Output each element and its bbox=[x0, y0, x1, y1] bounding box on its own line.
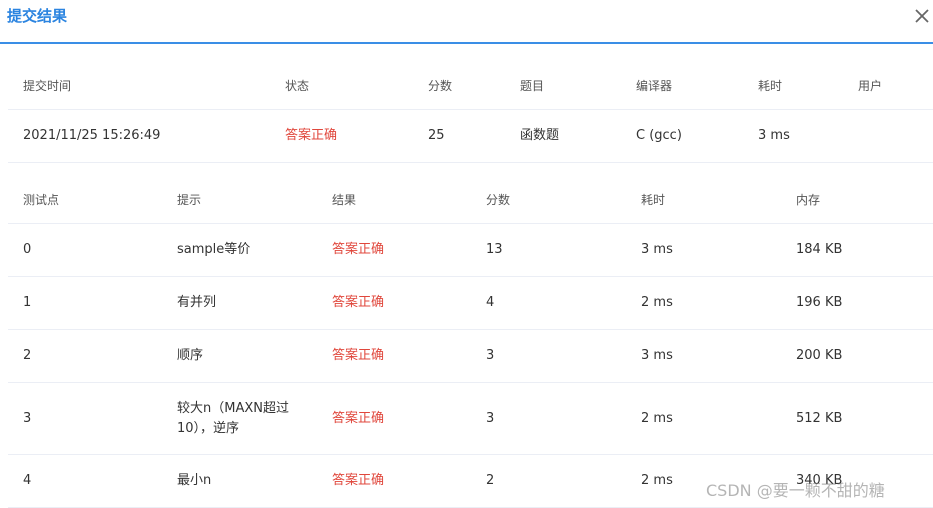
problem-value: 函数题 bbox=[520, 128, 560, 143]
testcase-score: 3 bbox=[486, 410, 495, 426]
header-score: 分数 bbox=[486, 192, 511, 207]
testcase-id: 2 bbox=[23, 348, 32, 363]
testcase-result: 答案正确 bbox=[332, 295, 385, 310]
testcase-hint: 较大n（MAXN超过10），逆序 bbox=[177, 400, 289, 436]
testcase-hint: 顺序 bbox=[177, 348, 204, 363]
testcase-header-row: 测试点 提示 结果 分数 耗时 内存 bbox=[8, 176, 933, 224]
header-testcase: 测试点 bbox=[23, 192, 60, 207]
time-value: 3 ms bbox=[758, 128, 790, 143]
testcase-time: 3 ms bbox=[641, 348, 673, 363]
testcase-memory: 200 KB bbox=[796, 348, 843, 363]
testcase-time: 2 ms bbox=[641, 295, 673, 310]
testcase-memory: 512 KB bbox=[796, 410, 843, 426]
compiler-value: C (gcc) bbox=[636, 128, 682, 143]
watermark: CSDN @要一颗不甜的糖 bbox=[706, 481, 885, 500]
header-result: 结果 bbox=[332, 192, 357, 207]
header-time: 耗时 bbox=[758, 78, 783, 93]
header-user: 用户 bbox=[858, 78, 883, 93]
testcase-time: 2 ms bbox=[641, 410, 673, 426]
testcase-hint: 最小n bbox=[177, 473, 212, 488]
header-status: 状态 bbox=[285, 78, 310, 93]
testcase-score: 4 bbox=[486, 295, 495, 310]
header-hint: 提示 bbox=[177, 192, 202, 207]
header-problem: 题目 bbox=[520, 78, 545, 93]
header-compiler: 编译器 bbox=[636, 78, 673, 93]
close-icon[interactable] bbox=[911, 5, 933, 27]
testcase-result: 答案正确 bbox=[332, 473, 385, 488]
testcase-id: 1 bbox=[23, 295, 32, 310]
score-value: 25 bbox=[428, 128, 445, 143]
header-score: 分数 bbox=[428, 78, 453, 93]
table-row: 2 顺序 答案正确 3 3 ms 200 KB bbox=[8, 330, 933, 383]
dialog-title: 提交结果 bbox=[7, 7, 68, 25]
header-time: 耗时 bbox=[641, 192, 666, 207]
testcase-memory: 196 KB bbox=[796, 295, 843, 310]
testcase-memory: 184 KB bbox=[796, 242, 843, 257]
testcase-hint: sample等价 bbox=[177, 242, 251, 257]
testcase-hint: 有并列 bbox=[177, 295, 217, 310]
testcase-id: 3 bbox=[23, 410, 32, 426]
header-submit-time: 提交时间 bbox=[23, 78, 72, 93]
status-value: 答案正确 bbox=[285, 128, 338, 143]
submit-time-value: 2021/11/25 15:26:49 bbox=[23, 128, 161, 143]
table-row: 1 有并列 答案正确 4 2 ms 196 KB bbox=[8, 277, 933, 330]
testcase-result: 答案正确 bbox=[332, 348, 385, 363]
testcase-result: 答案正确 bbox=[332, 242, 385, 257]
testcase-id: 0 bbox=[23, 242, 32, 257]
table-row: 3 较大n（MAXN超过10），逆序 答案正确 3 2 ms 512 KB bbox=[8, 383, 933, 455]
testcase-score: 3 bbox=[486, 348, 495, 363]
header-memory: 内存 bbox=[796, 192, 821, 207]
testcase-result: 答案正确 bbox=[332, 410, 385, 426]
testcase-time: 2 ms bbox=[641, 473, 673, 488]
summary-row: 2021/11/25 15:26:49 答案正确 25 函数题 C (gcc) … bbox=[8, 110, 933, 163]
summary-header-row: 提交时间 状态 分数 题目 编译器 耗时 用户 bbox=[8, 62, 933, 110]
testcase-score: 2 bbox=[486, 473, 495, 488]
testcase-id: 4 bbox=[23, 473, 32, 488]
testcase-score: 13 bbox=[486, 242, 503, 257]
table-row: 0 sample等价 答案正确 13 3 ms 184 KB bbox=[8, 224, 933, 277]
testcase-time: 3 ms bbox=[641, 242, 673, 257]
dialog-header: 提交结果 bbox=[0, 0, 933, 44]
